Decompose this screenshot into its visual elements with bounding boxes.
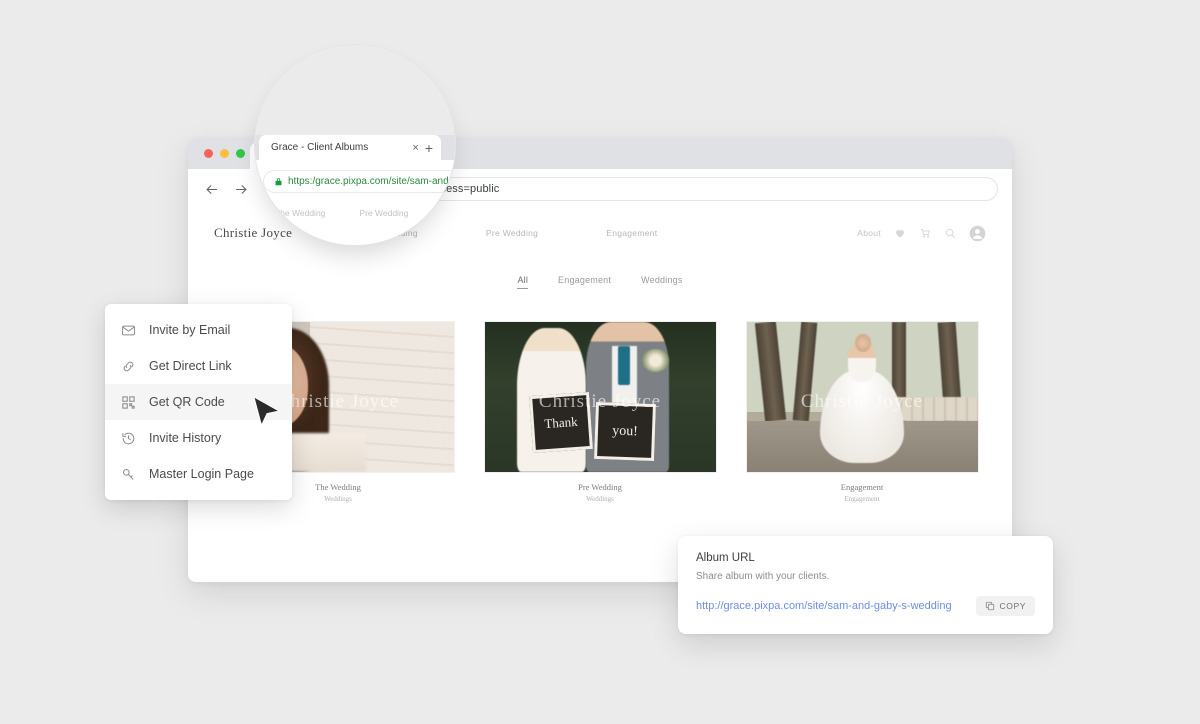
album-card[interactable]: Christie Joyce Engagement Engagement <box>745 321 979 503</box>
key-icon <box>121 467 136 482</box>
menu-item-invite-by-email[interactable]: Invite by Email <box>105 312 292 348</box>
menu-item-master-login-page[interactable]: Master Login Page <box>105 456 292 492</box>
menu-item-label: Invite History <box>149 431 222 445</box>
site-nav-link-about[interactable]: About <box>857 228 881 238</box>
album-url-popup: Album URL Share album with your clients.… <box>678 536 1053 634</box>
qr-code-icon <box>121 395 136 410</box>
album-thumbnail[interactable]: Thank you! Christie Joyce <box>483 321 717 473</box>
filter-tab-weddings[interactable]: Weddings <box>641 275 682 289</box>
link-icon <box>121 359 136 374</box>
magnified-background <box>255 45 455 135</box>
album-thumbnail[interactable]: Christie Joyce <box>745 321 979 473</box>
forward-icon[interactable] <box>232 180 250 198</box>
album-card[interactable]: Thank you! Christie Joyce Pre Wedding We… <box>483 321 717 503</box>
back-icon[interactable] <box>202 180 220 198</box>
popup-subtitle: Share album with your clients. <box>696 571 830 582</box>
avatar-icon[interactable] <box>969 225 986 242</box>
close-icon[interactable]: × <box>408 142 422 154</box>
magnifier-content: Grace - Client Albums × + ⟳ https:/grace… <box>255 45 455 245</box>
site-header-actions: About <box>857 225 986 242</box>
magnified-site-links: The Wedding Pre Wedding <box>255 208 455 218</box>
site-nav-link-engagement[interactable]: Engagement <box>606 228 657 238</box>
new-tab-icon[interactable]: + <box>425 140 433 156</box>
album-caption: Pre Wedding Weddings <box>484 482 717 503</box>
album-filter-tabs: All Engagement Weddings <box>188 275 1012 289</box>
menu-item-get-direct-link[interactable]: Get Direct Link <box>105 348 292 384</box>
mouse-cursor <box>252 395 282 429</box>
magnified-toolbar: ⟳ https:/grace.pixpa.com/site/sam-and Th… <box>255 160 455 245</box>
album-gallery: Christie Joyce The Wedding Weddings Than… <box>188 321 1012 503</box>
copy-icon <box>985 601 995 611</box>
album-category: Weddings <box>586 495 614 503</box>
album-url-link[interactable]: http://grace.pixpa.com/site/sam-and-gaby… <box>696 600 976 612</box>
chalkboard-you: you! <box>594 401 657 462</box>
lock-icon <box>274 176 283 187</box>
site-content: Christie Joyce The Wedding Pre Wedding E… <box>188 209 1012 582</box>
magnified-browser-tab[interactable]: Grace - Client Albums × + <box>259 135 441 160</box>
magnified-address-bar[interactable]: https:/grace.pixpa.com/site/sam-and <box>263 170 455 193</box>
magnified-reload-icon: ⟳ <box>255 174 257 191</box>
minimize-window-button[interactable] <box>220 149 229 158</box>
magnified-tab-title: Grace - Client Albums <box>271 142 369 153</box>
album-caption: Engagement Engagement <box>746 482 979 503</box>
menu-item-label: Invite by Email <box>149 323 231 337</box>
menu-item-label: Get QR Code <box>149 395 225 409</box>
menu-item-label: Get Direct Link <box>149 359 232 373</box>
cart-icon[interactable] <box>919 227 931 239</box>
close-window-button[interactable] <box>204 149 213 158</box>
screen: Grace - Client Albums × + n-and-gaby-s-w… <box>0 0 1200 724</box>
magnifier-lens: Grace - Client Albums × + ⟳ https:/grace… <box>254 44 456 246</box>
window-controls[interactable] <box>204 149 245 158</box>
album-title: Pre Wedding <box>578 482 622 492</box>
envelope-icon <box>121 323 136 338</box>
copy-button-label: COPY <box>999 601 1026 611</box>
filter-tab-all[interactable]: All <box>517 275 529 289</box>
menu-item-label: Master Login Page <box>149 467 254 481</box>
magnified-url-text: https:/grace.pixpa.com/site/sam-and <box>288 176 449 187</box>
filter-tab-engagement[interactable]: Engagement <box>558 275 611 289</box>
magnified-nav-link-the-wedding[interactable]: The Wedding <box>275 208 325 218</box>
clock-history-icon <box>121 431 136 446</box>
maximize-window-button[interactable] <box>236 149 245 158</box>
magnified-nav-link-pre-wedding[interactable]: Pre Wedding <box>359 208 408 218</box>
heart-icon[interactable] <box>894 227 906 239</box>
site-nav-link-pre-wedding[interactable]: Pre Wedding <box>486 228 538 238</box>
album-category: Engagement <box>844 495 880 503</box>
copy-button[interactable]: COPY <box>975 596 1035 616</box>
search-icon[interactable] <box>944 227 956 239</box>
popup-url-row: http://grace.pixpa.com/site/sam-and-gaby… <box>696 596 1035 616</box>
album-title: Engagement <box>840 482 884 492</box>
popup-title: Album URL <box>696 552 755 564</box>
chalkboard-thank: Thank <box>528 391 593 454</box>
